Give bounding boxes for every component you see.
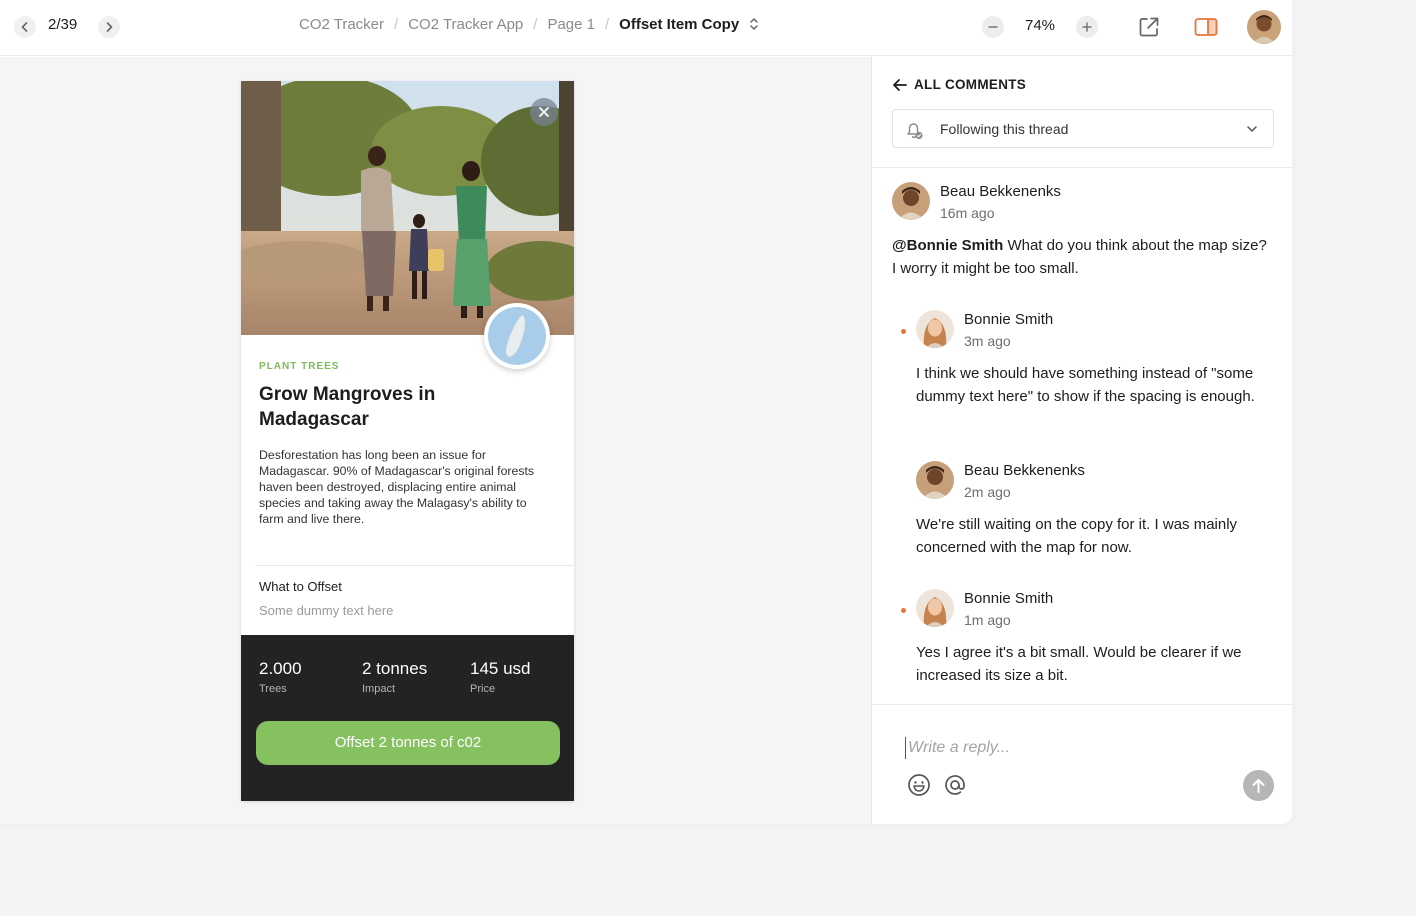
offset-cta-button[interactable]: Offset 2 tonnes of c02: [256, 721, 560, 765]
avatar[interactable]: [916, 461, 954, 499]
stat-label: Impact: [362, 683, 396, 695]
avatar[interactable]: [892, 182, 930, 220]
all-comments-label: ALL COMMENTS: [914, 77, 1027, 92]
madagascar-map-icon: [505, 314, 526, 358]
open-external-button[interactable]: [1136, 14, 1162, 40]
send-reply-button[interactable]: [1243, 770, 1274, 801]
arrow-up-icon: [1252, 779, 1265, 793]
comment-time: 16m ago: [940, 205, 995, 221]
prev-button[interactable]: [14, 16, 36, 38]
zoom-level: 74%: [1025, 17, 1056, 34]
comment-body: I think we should have something instead…: [916, 365, 1255, 405]
panel-divider: [872, 167, 1292, 168]
breadcrumb-project[interactable]: CO2 Tracker: [299, 16, 384, 33]
stat-value: 145 usd: [470, 659, 531, 678]
close-icon: [539, 107, 549, 117]
comment-body: We're still waiting on the copy for it. …: [916, 516, 1238, 556]
top-bar: 2/39 CO2 Tracker / CO2 Tracker App / Pag…: [0, 0, 1292, 56]
comment-body: @Bonnie Smith What do you think about th…: [892, 234, 1272, 280]
emoji-button[interactable]: [907, 773, 931, 797]
zoom-out-button[interactable]: [982, 16, 1004, 38]
arrow-left-icon: [893, 78, 907, 91]
card-divider: [255, 565, 574, 566]
comment-author[interactable]: Bonnie Smith: [964, 311, 1053, 328]
breadcrumb-separator: /: [394, 16, 399, 33]
comment-time: 1m ago: [964, 612, 1011, 628]
stat-impact: 2 tonnes Impact: [362, 659, 427, 695]
avatar-bonnie-image: [916, 589, 954, 627]
zoom-in-button[interactable]: [1076, 16, 1098, 38]
stat-price: 145 usd Price: [470, 659, 531, 695]
avatar-beau-image: [916, 461, 954, 499]
what-to-offset-value: Some dummy text here: [259, 603, 394, 618]
follow-thread-dropdown[interactable]: Following this thread: [892, 109, 1274, 148]
comment-author[interactable]: Beau Bekkenenks: [940, 183, 1061, 200]
stat-label: Trees: [259, 683, 287, 695]
external-link-icon: [1139, 17, 1159, 37]
unread-indicator: [901, 329, 906, 334]
breadcrumb-page[interactable]: Page 1: [547, 16, 595, 33]
people-walking-photo: [241, 81, 574, 335]
avatar[interactable]: [916, 589, 954, 627]
hero-photo: [241, 81, 574, 335]
up-down-chevron-icon: [750, 18, 758, 30]
close-button[interactable]: [530, 98, 558, 126]
map-thumbnail[interactable]: [484, 303, 550, 369]
user-avatar-image: [1247, 10, 1281, 44]
stat-trees: 2.000 Trees: [259, 659, 302, 695]
comments-panel: ALL COMMENTS Following this thread Beau …: [871, 57, 1292, 824]
comment-time: 2m ago: [964, 484, 1011, 500]
what-to-offset-label: What to Offset: [259, 579, 342, 594]
card-title: Grow Mangroves in Madagascar: [259, 384, 436, 430]
chevron-left-icon: [21, 22, 28, 32]
comment-author[interactable]: Beau Bekkenenks: [964, 462, 1085, 479]
unread-indicator: [901, 608, 906, 613]
breadcrumb-separator: /: [604, 16, 610, 33]
avatar[interactable]: [916, 310, 954, 348]
mention-button[interactable]: [943, 773, 967, 797]
follow-thread-label: Following this thread: [940, 121, 1069, 137]
plus-icon: [1082, 22, 1092, 32]
next-button[interactable]: [98, 16, 120, 38]
breadcrumb-current-artboard[interactable]: Offset Item Copy: [619, 16, 761, 33]
stat-label: Price: [470, 683, 496, 695]
page-counter: 2/39: [48, 16, 78, 33]
artboard-offset-item[interactable]: PLANT TREES Grow Mangroves in Madagascar…: [241, 81, 574, 801]
comment-author[interactable]: Bonnie Smith: [964, 590, 1053, 607]
user-avatar[interactable]: [1247, 10, 1281, 44]
stat-value: 2 tonnes: [362, 659, 428, 678]
avatar-bonnie-image: [916, 310, 954, 348]
mention-link[interactable]: @Bonnie Smith: [892, 237, 1003, 254]
card-category: PLANT TREES: [259, 361, 340, 372]
comment-time: 3m ago: [964, 333, 1011, 349]
chevron-right-icon: [106, 22, 113, 32]
emoji-icon: [908, 774, 930, 796]
minus-icon: [988, 26, 998, 28]
current-artboard-label: Offset Item Copy: [619, 16, 740, 33]
all-comments-back-button[interactable]: ALL COMMENTS: [892, 77, 1026, 92]
breadcrumb: CO2 Tracker / CO2 Tracker App / Page 1 /…: [299, 16, 761, 33]
bell-icon: [907, 123, 923, 140]
avatar-beau-image: [892, 182, 930, 220]
offset-summary-footer: 2.000 Trees 2 tonnes Impact 145 usd Pric…: [241, 635, 574, 801]
comment-body: Yes I agree it's a bit small. Would be c…: [916, 644, 1242, 684]
sidebar-toggle-icon: [1194, 18, 1218, 36]
breadcrumb-app[interactable]: CO2 Tracker App: [408, 16, 523, 33]
at-icon: [945, 775, 965, 795]
stat-value: 2.000: [259, 659, 302, 678]
card-description: Desforestation has long been an issue fo…: [259, 448, 535, 526]
breadcrumb-separator: /: [533, 16, 538, 33]
reply-divider: [872, 704, 1292, 705]
app-window: 2/39 CO2 Tracker / CO2 Tracker App / Pag…: [0, 0, 1292, 824]
map-image: [488, 307, 546, 365]
reply-input[interactable]: [905, 737, 1225, 759]
chevron-down-icon: [1247, 126, 1257, 132]
toggle-comments-panel-button[interactable]: [1193, 14, 1219, 40]
